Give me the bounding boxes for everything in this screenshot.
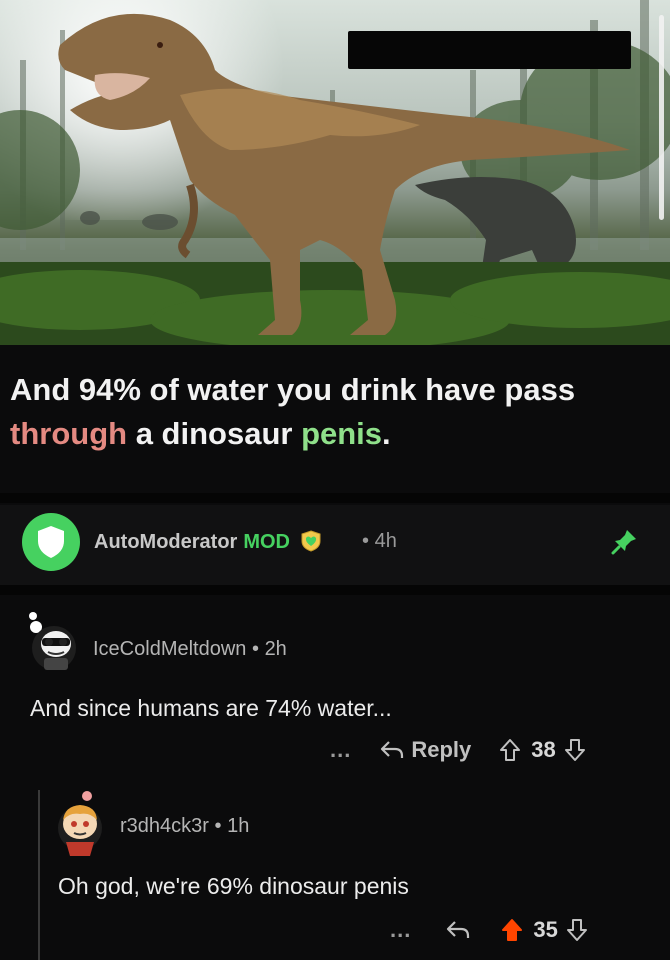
divider [0,493,670,503]
caption-through: through [10,416,128,451]
meme-caption: And 94% of water you drink have pass thr… [10,368,660,456]
comment-time: 2h [264,638,287,660]
user-avatar[interactable] [50,790,112,860]
upvote-arrow-icon [500,739,521,761]
separator-dot: • [362,530,370,552]
more-options-button[interactable]: ... [330,737,351,763]
comment-body: And since humans are 74% water... [30,695,392,721]
vote-count: 38 [531,737,556,762]
upvote-button[interactable] [499,738,521,762]
downvote-button[interactable] [566,918,588,942]
caption-end: . [382,416,391,451]
divider [0,585,670,595]
comment-actions: ... Reply 38 [330,735,586,765]
caption-line-1: And 94% of water you drink have pass [10,372,576,407]
comment-time: 1h [227,815,250,837]
downvote-arrow-icon [566,919,587,941]
upvote-arrow-filled-icon [502,919,523,941]
more-options-button[interactable]: ... [390,917,411,943]
reply-icon [447,921,470,938]
separator-dot: • [251,638,259,660]
comment-body: Oh god, we're 69% dinosaur penis [58,873,409,899]
automod-avatar[interactable] [22,513,80,571]
heart-badge-icon [301,530,321,552]
username[interactable]: r3dh4ck3r [120,815,209,837]
automod-time: 4h [374,530,397,552]
comment-meta: IceColdMeltdown • 2h [93,638,287,661]
mod-badge: MOD [243,531,290,553]
comment-actions: ... 35 [390,915,588,945]
redaction-bar [348,31,631,69]
caption-line-2: through a dinosaur penis. [10,412,660,456]
caption-penis: penis [301,416,383,451]
automod-time-line: • 4h [362,530,397,553]
comment-meta: r3dh4ck3r • 1h [120,815,249,838]
automod-username[interactable]: AutoModerator [94,531,237,553]
user-avatar[interactable] [20,610,82,672]
downvote-button[interactable] [564,738,586,762]
pin-icon[interactable] [611,527,639,555]
downvote-arrow-icon [564,739,585,761]
separator-dot: • [214,815,222,837]
reply-button[interactable] [445,919,471,941]
reply-button[interactable]: Reply [379,737,471,763]
scrollbar[interactable] [659,15,664,220]
automod-username-line: AutoModerator MOD [94,530,322,554]
vote-count: 35 [533,917,558,942]
shield-icon [38,526,64,558]
dinosaur-image [0,0,670,345]
username[interactable]: IceColdMeltdown [93,638,246,660]
reply-label: Reply [411,737,472,762]
caption-middle: a dinosaur [127,416,302,451]
reply-icon [381,741,404,758]
upvote-button[interactable] [501,918,523,942]
thread-line[interactable] [38,790,40,960]
